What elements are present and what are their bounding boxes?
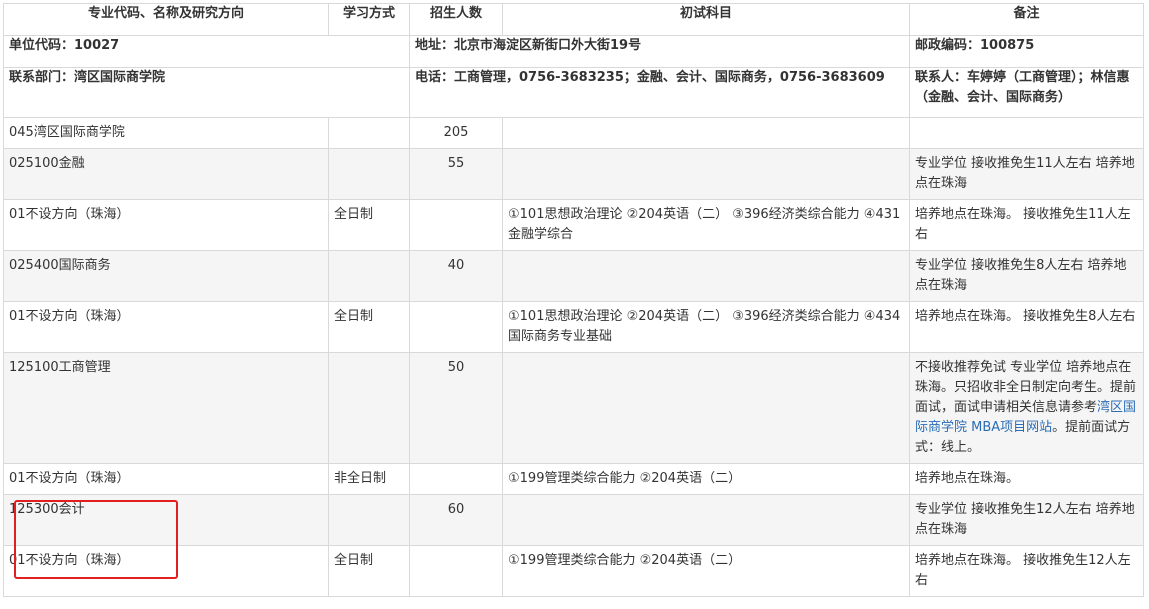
- table-row-accounting: 125300会计 60 专业学位 接收推免生12人左右 培养地点在珠海: [3, 494, 1144, 546]
- mba-dir-count: [409, 463, 503, 495]
- col-header-exam: 初试科目: [502, 3, 910, 36]
- accounting-dir-note: 培养地点在珠海。 接收推免生12人左右: [909, 545, 1144, 597]
- finance-dir-name: 01不设方向（珠海）: [3, 199, 329, 251]
- unit-code: 单位代码：10027: [3, 35, 410, 68]
- finance-dir-note: 培养地点在珠海。 接收推免生11人左右: [909, 199, 1144, 251]
- intl-count: 40: [409, 250, 503, 302]
- mba-dir-name: 01不设方向（珠海）: [3, 463, 329, 495]
- header-row-2: 联系部门：湾区国际商学院 电话：工商管理，0756-3683235；金融、会计、…: [3, 67, 1144, 118]
- finance-dir-exam: ①101思想政治理论 ②204英语（二） ③396经济类综合能力 ④431金融学…: [502, 199, 910, 251]
- table-row-mba-dir: 01不设方向（珠海） 非全日制 ①199管理类综合能力 ②204英语（二） 培养…: [3, 463, 1144, 495]
- table-row-intl-dir: 01不设方向（珠海） 全日制 ①101思想政治理论 ②204英语（二） ③396…: [3, 301, 1144, 353]
- intl-dir-note: 培养地点在珠海。 接收推免生8人左右: [909, 301, 1144, 353]
- finance-name: 025100金融: [3, 148, 329, 200]
- postcode: 邮政编码：100875: [909, 35, 1144, 68]
- accounting-dir-count: [409, 545, 503, 597]
- finance-exam: [502, 148, 910, 200]
- finance-mode: [328, 148, 410, 200]
- mba-dir-mode: 非全日制: [328, 463, 410, 495]
- finance-dir-mode: 全日制: [328, 199, 410, 251]
- accounting-count: 60: [409, 494, 503, 546]
- intl-exam: [502, 250, 910, 302]
- accounting-name: 125300会计: [3, 494, 329, 546]
- table-row-mba: 125100工商管理 50 不接收推荐免试 专业学位 培养地点在珠海。只招收非全…: [3, 352, 1144, 464]
- intl-dir-exam: ①101思想政治理论 ②204英语（二） ③396经济类综合能力 ④434国际商…: [502, 301, 910, 353]
- intl-name: 025400国际商务: [3, 250, 329, 302]
- accounting-dir-exam: ①199管理类综合能力 ②204英语（二）: [502, 545, 910, 597]
- mba-dir-note: 培养地点在珠海。: [909, 463, 1144, 495]
- college-exam: [502, 117, 910, 149]
- finance-note: 专业学位 接收推免生11人左右 培养地点在珠海: [909, 148, 1144, 200]
- finance-dir-count: [409, 199, 503, 251]
- header-row-1: 单位代码：10027 地址：北京市海淀区新街口外大街19号 邮政编码：10087…: [3, 35, 1144, 68]
- mba-mode: [328, 352, 410, 464]
- college-name: 045湾区国际商学院: [3, 117, 329, 149]
- mba-note: 不接收推荐免试 专业学位 培养地点在珠海。只招收非全日制定向考生。提前面试，面试…: [909, 352, 1144, 464]
- column-header-row: 专业代码、名称及研究方向 学习方式 招生人数 初试科目 备注: [3, 3, 1144, 36]
- table-row-finance: 025100金融 55 专业学位 接收推免生11人左右 培养地点在珠海: [3, 148, 1144, 200]
- accounting-note: 专业学位 接收推免生12人左右 培养地点在珠海: [909, 494, 1144, 546]
- table-row-accounting-dir: 01不设方向（珠海） 全日制 ①199管理类综合能力 ②204英语（二） 培养地…: [3, 545, 1144, 597]
- mba-exam: [502, 352, 910, 464]
- intl-note: 专业学位 接收推免生8人左右 培养地点在珠海: [909, 250, 1144, 302]
- accounting-dir-mode: 全日制: [328, 545, 410, 597]
- col-header-mode: 学习方式: [328, 3, 410, 36]
- col-header-note: 备注: [909, 3, 1144, 36]
- mba-dir-exam: ①199管理类综合能力 ②204英语（二）: [502, 463, 910, 495]
- finance-count: 55: [409, 148, 503, 200]
- intl-dir-mode: 全日制: [328, 301, 410, 353]
- mba-count: 50: [409, 352, 503, 464]
- college-count: 205: [409, 117, 503, 149]
- college-mode: [328, 117, 410, 149]
- phone: 电话：工商管理，0756-3683235；金融、会计、国际商务，0756-368…: [409, 67, 910, 118]
- col-header-count: 招生人数: [409, 3, 503, 36]
- contact-person: 联系人：车婷婷（工商管理）；林信惠（金融、会计、国际商务）: [909, 67, 1144, 118]
- col-header-major: 专业代码、名称及研究方向: [3, 3, 329, 36]
- accounting-dir-name: 01不设方向（珠海）: [3, 545, 329, 597]
- college-note: [909, 117, 1144, 149]
- intl-mode: [328, 250, 410, 302]
- mba-name: 125100工商管理: [3, 352, 329, 464]
- table-row-finance-dir: 01不设方向（珠海） 全日制 ①101思想政治理论 ②204英语（二） ③396…: [3, 199, 1144, 251]
- contact-department: 联系部门：湾区国际商学院: [3, 67, 410, 118]
- table-row-intl: 025400国际商务 40 专业学位 接收推免生8人左右 培养地点在珠海: [3, 250, 1144, 302]
- admissions-table: 单位代码：10027 地址：北京市海淀区新街口外大街19号 邮政编码：10087…: [3, 3, 1144, 597]
- intl-dir-name: 01不设方向（珠海）: [3, 301, 329, 353]
- accounting-mode: [328, 494, 410, 546]
- intl-dir-count: [409, 301, 503, 353]
- table-row-college: 045湾区国际商学院 205: [3, 117, 1144, 149]
- address: 地址：北京市海淀区新街口外大街19号: [409, 35, 910, 68]
- accounting-exam: [502, 494, 910, 546]
